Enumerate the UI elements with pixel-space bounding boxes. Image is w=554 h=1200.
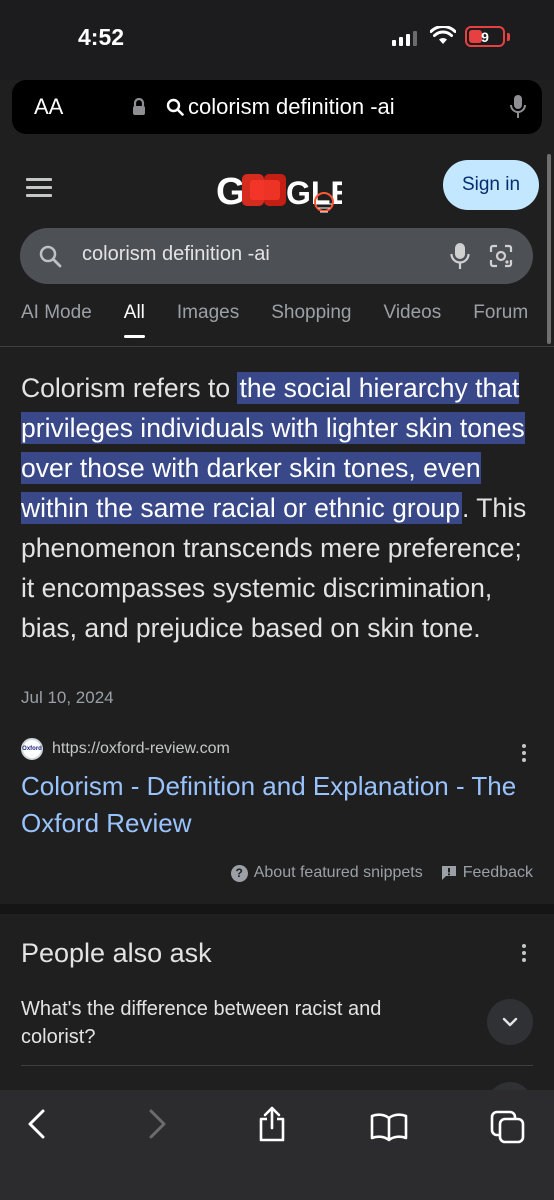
google-doodle-logo[interactable]: G GLE bbox=[212, 164, 342, 216]
signal-icon bbox=[392, 30, 417, 46]
about-featured-snippets[interactable]: ? About featured snippets bbox=[230, 864, 423, 882]
search-box[interactable]: colorism definition -ai bbox=[20, 228, 533, 284]
people-also-ask-heading: People also ask bbox=[21, 938, 212, 968]
bookmarks-icon[interactable] bbox=[370, 1112, 408, 1142]
voice-search-icon[interactable] bbox=[510, 94, 526, 120]
sign-in-button[interactable]: Sign in bbox=[443, 160, 539, 210]
svg-text:G: G bbox=[216, 171, 246, 213]
paa-divider bbox=[21, 1065, 533, 1066]
feedback-button[interactable]: Feedback bbox=[441, 864, 533, 882]
expand-question-button[interactable] bbox=[487, 999, 533, 1045]
search-tabs: AI Mode All Images Shopping Videos Forum bbox=[21, 302, 554, 342]
about-label: About featured snippets bbox=[253, 864, 423, 881]
tabs-divider bbox=[0, 346, 554, 347]
paa-question[interactable]: What's the difference between racist and… bbox=[21, 995, 461, 1051]
feedback-label: Feedback bbox=[462, 864, 533, 881]
paa-more-options-icon[interactable] bbox=[520, 944, 528, 962]
address-bar[interactable]: AA colorism definition -ai bbox=[12, 80, 542, 134]
battery-tip bbox=[507, 33, 510, 41]
search-icon bbox=[39, 245, 62, 268]
help-icon: ? bbox=[230, 864, 248, 882]
result-more-options-icon[interactable] bbox=[520, 744, 528, 762]
tab-all[interactable]: All bbox=[123, 302, 146, 342]
svg-text:GLE: GLE bbox=[286, 175, 342, 211]
menu-icon[interactable] bbox=[26, 178, 52, 202]
url-search-icon bbox=[166, 98, 184, 116]
chevron-down-icon bbox=[502, 1017, 518, 1027]
camera-lens-icon[interactable] bbox=[488, 243, 514, 269]
tab-videos[interactable]: Videos bbox=[384, 302, 442, 342]
web-page: G GLE Sign in colorism definition -ai AI… bbox=[0, 148, 554, 1090]
expand-question-button-2[interactable] bbox=[487, 1082, 533, 1090]
snippet-date: Jul 10, 2024 bbox=[21, 688, 114, 707]
reader-options-button[interactable]: AA bbox=[34, 94, 63, 120]
back-icon[interactable] bbox=[26, 1108, 48, 1140]
page-scrollbar[interactable] bbox=[547, 154, 551, 344]
source-url[interactable]: https://oxford-review.com bbox=[52, 740, 230, 758]
featured-snippet-text: Colorism refers to the social hierarchy … bbox=[21, 368, 533, 648]
battery-icon: 9 bbox=[465, 26, 505, 47]
snippet-footer: ? About featured snippets Feedback bbox=[230, 864, 533, 882]
tab-images[interactable]: Images bbox=[177, 302, 239, 342]
status-bar: 4:52 9 bbox=[0, 0, 554, 80]
tabs-icon[interactable] bbox=[490, 1110, 526, 1144]
battery-level: 9 bbox=[481, 28, 489, 45]
site-favicon: Oxford bbox=[21, 738, 43, 760]
mic-icon[interactable] bbox=[450, 242, 470, 270]
lock-icon bbox=[133, 98, 145, 115]
status-time: 4:52 bbox=[78, 24, 125, 50]
share-icon[interactable] bbox=[256, 1106, 288, 1142]
forward-icon[interactable] bbox=[146, 1108, 168, 1140]
wifi-icon bbox=[430, 26, 456, 44]
search-input[interactable]: colorism definition -ai bbox=[82, 243, 270, 266]
result-source[interactable]: Oxford https://oxford-review.com bbox=[21, 738, 230, 760]
tab-ai-mode[interactable]: AI Mode bbox=[21, 302, 92, 342]
url-text[interactable]: colorism definition -ai bbox=[188, 94, 395, 120]
feedback-icon bbox=[441, 866, 456, 880]
tab-forum[interactable]: Forum bbox=[473, 302, 528, 342]
snippet-lead: Colorism refers to bbox=[21, 373, 238, 403]
result-title-link[interactable]: Colorism - Definition and Explanation - … bbox=[21, 768, 531, 842]
section-divider bbox=[0, 904, 554, 914]
browser-toolbar bbox=[0, 1090, 554, 1200]
tab-shopping[interactable]: Shopping bbox=[271, 302, 351, 342]
